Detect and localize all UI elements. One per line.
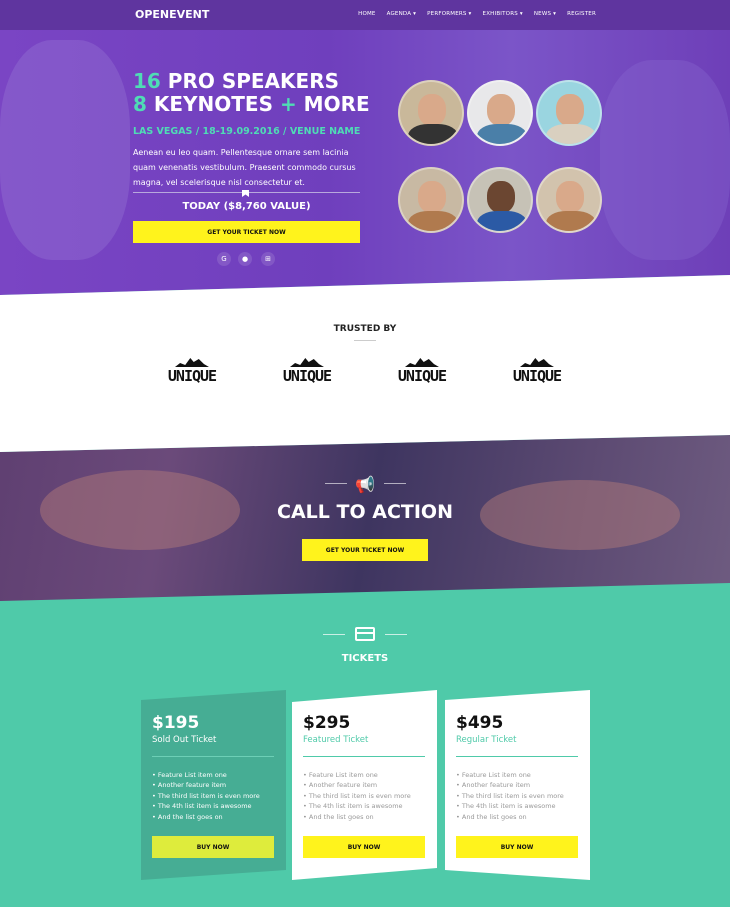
partner-logo[interactable]: UNIQUE xyxy=(282,357,332,385)
tickets-title: TICKETS xyxy=(341,653,389,664)
event-venue: LAS VEGAS / 18-19.09.2016 / VENUE NAME xyxy=(133,126,361,137)
partner-logo[interactable]: UNIQUE xyxy=(397,357,447,385)
buy-now-button[interactable]: BUY NOW xyxy=(456,836,578,858)
google-icon[interactable]: G xyxy=(217,252,231,266)
nav-performers[interactable]: PERFORMERS ▾ xyxy=(427,11,471,17)
megaphone-icon: 📢 xyxy=(355,475,375,494)
feature-item: Another feature item xyxy=(303,780,411,790)
trusted-title: TRUSTED BY xyxy=(333,324,397,334)
feature-item: Another feature item xyxy=(152,780,260,790)
ticket-card-featured: $295 Featured Ticket Feature List item o… xyxy=(292,690,437,880)
top-navbar: OPENEVENT HOME AGENDA ▾ PERFORMERS ▾ EXH… xyxy=(0,0,730,30)
cta-title: CALL TO ACTION xyxy=(277,501,453,523)
ticket-value: TODAY ($8,760 VALUE) xyxy=(182,201,311,212)
feature-item: The 4th list item is awesome xyxy=(303,801,411,811)
divider xyxy=(384,483,406,484)
feature-item: The third list item is even more xyxy=(456,791,564,801)
feature-list: Feature List item one Another feature it… xyxy=(456,770,564,822)
headline-text: PRO SPEAKERS xyxy=(160,69,339,93)
apple-icon[interactable]: ● xyxy=(238,252,252,266)
get-ticket-button[interactable]: GET YOUR TICKET NOW xyxy=(133,221,360,243)
divider xyxy=(325,483,347,484)
buy-now-button[interactable]: BUY NOW xyxy=(152,836,274,858)
speaker-photo[interactable] xyxy=(536,80,602,146)
divider xyxy=(152,756,274,757)
logo-text: UNIQUE xyxy=(167,367,217,385)
ticket-price: $195 xyxy=(152,713,200,733)
main-menu: HOME AGENDA ▾ PERFORMERS ▾ EXHIBITORS ▾ … xyxy=(358,11,596,17)
ticket-card-regular: $495 Regular Ticket Feature List item on… xyxy=(445,690,590,880)
cta-get-ticket-button[interactable]: GET YOUR TICKET NOW xyxy=(302,539,428,561)
speaker-photo[interactable] xyxy=(398,80,464,146)
feature-item: Feature List item one xyxy=(152,770,260,780)
logo-text: UNIQUE xyxy=(512,367,562,385)
headline-text: MORE xyxy=(296,92,370,116)
feature-item: The third list item is even more xyxy=(152,791,260,801)
feature-item: Another feature item xyxy=(456,780,564,790)
feature-item: The 4th list item is awesome xyxy=(456,801,564,811)
ticket-type: Featured Ticket xyxy=(303,735,369,745)
ticket-icon xyxy=(355,627,375,641)
logo-text: UNIQUE xyxy=(282,367,332,385)
hero-description: Aenean eu leo quam. Pellentesque ornare … xyxy=(133,148,356,187)
divider xyxy=(456,756,578,757)
ticket-type: Regular Ticket xyxy=(456,735,517,745)
nav-exhibitors[interactable]: EXHIBITORS ▾ xyxy=(483,11,523,17)
divider xyxy=(354,340,376,341)
feature-list: Feature List item one Another feature it… xyxy=(152,770,260,822)
feature-item: The 4th list item is awesome xyxy=(152,801,260,811)
hero-headline: 16 PRO SPEAKERS 8 KEYNOTES + MORE xyxy=(133,70,370,116)
speaker-photo[interactable] xyxy=(536,167,602,233)
feature-item: And the list goes on xyxy=(303,812,411,822)
windows-icon[interactable]: ⊞ xyxy=(261,252,275,266)
feature-item: Feature List item one xyxy=(456,770,564,780)
speaker-photo[interactable] xyxy=(398,167,464,233)
nav-register[interactable]: REGISTER xyxy=(567,11,596,17)
plus-sign: + xyxy=(279,92,297,116)
partner-logo[interactable]: UNIQUE xyxy=(167,357,217,385)
speaker-photo[interactable] xyxy=(467,80,533,146)
hero-section: 16 PRO SPEAKERS 8 KEYNOTES + MORE LAS VE… xyxy=(0,0,730,295)
headline-text: KEYNOTES xyxy=(146,92,280,116)
ticket-price: $495 xyxy=(456,713,504,733)
partner-logo[interactable]: UNIQUE xyxy=(512,357,562,385)
divider xyxy=(323,634,345,635)
hero-bg-shape xyxy=(0,40,130,260)
ticket-price: $295 xyxy=(303,713,351,733)
divider xyxy=(385,634,407,635)
keynote-count: 8 xyxy=(133,92,147,116)
feature-item: Feature List item one xyxy=(303,770,411,780)
bookmark-icon xyxy=(242,190,249,197)
ticket-card-sold-out: $195 Sold Out Ticket Feature List item o… xyxy=(141,690,286,880)
divider xyxy=(303,756,425,757)
ticket-type: Sold Out Ticket xyxy=(152,735,217,745)
speaker-count: 16 xyxy=(133,69,161,93)
speaker-photo[interactable] xyxy=(467,167,533,233)
nav-home[interactable]: HOME xyxy=(358,11,376,17)
feature-item: The third list item is even more xyxy=(303,791,411,801)
nav-agenda[interactable]: AGENDA ▾ xyxy=(387,11,417,17)
nav-news[interactable]: NEWS ▾ xyxy=(534,11,556,17)
feature-item: And the list goes on xyxy=(152,812,260,822)
logo[interactable]: OPENEVENT xyxy=(135,8,209,21)
logo-text: UNIQUE xyxy=(397,367,447,385)
feature-item: And the list goes on xyxy=(456,812,564,822)
buy-now-button[interactable]: BUY NOW xyxy=(303,836,425,858)
feature-list: Feature List item one Another feature it… xyxy=(303,770,411,822)
hero-bg-shape xyxy=(600,60,730,260)
